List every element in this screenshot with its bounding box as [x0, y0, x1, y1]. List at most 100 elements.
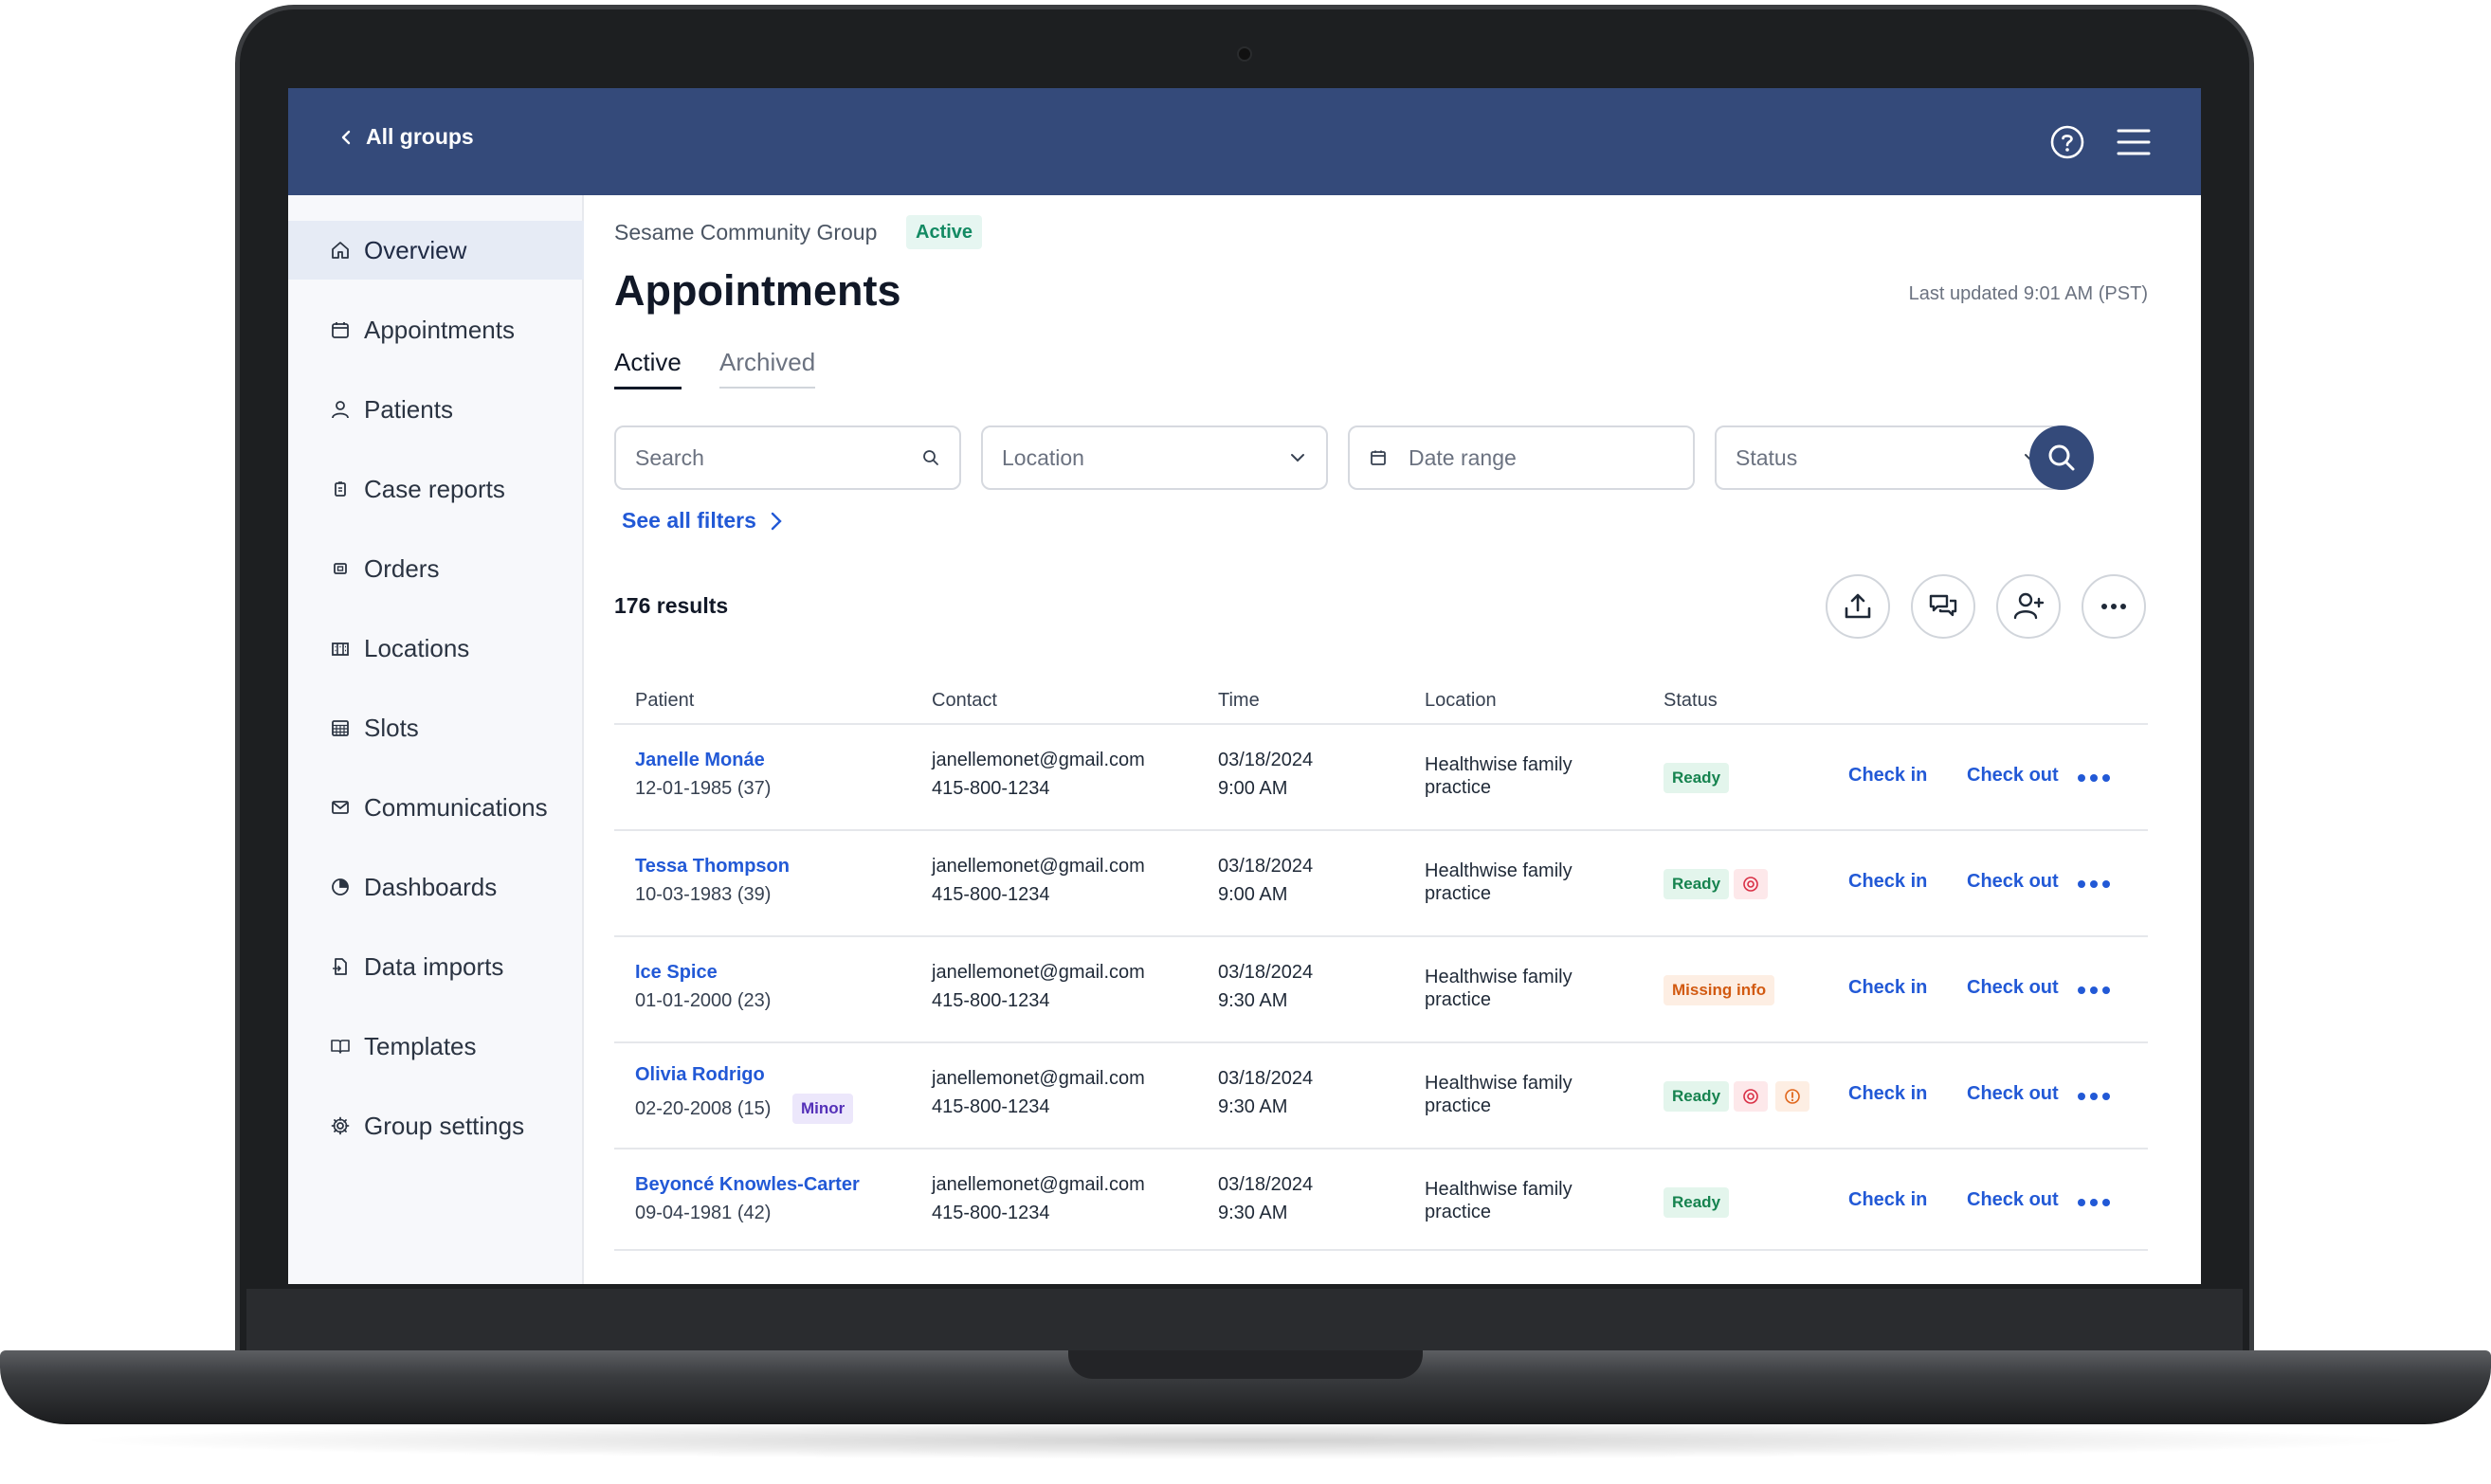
sidebar-item-overview[interactable]: Overview: [288, 221, 584, 280]
location-line-2: practice: [1425, 1202, 1492, 1222]
pie-chart-icon: [332, 878, 349, 896]
location-line-1: Healthwise family: [1425, 1073, 1573, 1094]
tab-active[interactable]: Active: [614, 348, 682, 389]
export-button[interactable]: [1826, 574, 1890, 639]
tab-archived[interactable]: Archived: [719, 348, 816, 389]
check-out-link[interactable]: Check out: [1967, 977, 2059, 999]
patient-dob: 09-04-1981 (42): [635, 1203, 772, 1223]
location-placeholder: Location: [1002, 444, 1084, 470]
contact-phone: 415-800-1234: [932, 1203, 1050, 1223]
all-groups-link[interactable]: All groups: [337, 124, 474, 150]
table-row[interactable]: Olivia Rodrigo 02-20-2008 (15) Minor jan…: [614, 1041, 2148, 1148]
sidebar-item-appointments[interactable]: Appointments: [288, 300, 584, 359]
message-button[interactable]: [1911, 574, 1975, 639]
location-select[interactable]: Location: [981, 425, 1328, 490]
check-in-link[interactable]: Check in: [1848, 1083, 1927, 1105]
check-out-link[interactable]: Check out: [1967, 871, 2059, 893]
table-row[interactable]: Tessa Thompson 10-03-1983 (39) janellemo…: [614, 829, 2148, 935]
calendar-icon: [332, 322, 349, 338]
calendar-icon: [1371, 450, 1386, 465]
last-updated-text: Last updated 9:01 AM (PST): [1908, 283, 2148, 304]
sidebar-item-locations[interactable]: Locations: [288, 619, 584, 678]
patient-name-link[interactable]: Olivia Rodrigo: [635, 1060, 765, 1089]
help-icon[interactable]: [2049, 124, 2085, 160]
minor-badge: Minor: [792, 1094, 854, 1124]
info-circle-icon: [1785, 1089, 1800, 1104]
patient-name-link[interactable]: Beyoncé Knowles-Carter: [635, 1170, 860, 1199]
table-row[interactable]: Ice Spice 01-01-2000 (23) janellemonet@g…: [614, 935, 2148, 1041]
patient-dob: 01-01-2000 (23): [635, 990, 772, 1011]
warning-flag[interactable]: [1775, 1081, 1809, 1112]
check-in-link[interactable]: Check in: [1848, 1189, 1927, 1211]
add-patient-button[interactable]: [1996, 574, 2061, 639]
laptop-shadow: [66, 1421, 2425, 1459]
table-row[interactable]: Janelle Monáe 12-01-1985 (37) janellemon…: [614, 723, 2148, 829]
patient-name-link[interactable]: Tessa Thompson: [635, 852, 790, 880]
hamburger-menu-icon[interactable]: [2116, 126, 2152, 158]
check-in-link[interactable]: Check in: [1848, 977, 1927, 999]
sidebar-item-orders[interactable]: Orders: [288, 539, 584, 598]
check-out-link[interactable]: Check out: [1967, 1083, 2059, 1105]
status-badge: Ready: [1664, 1187, 1730, 1218]
contact-email: janellemonet@gmail.com: [932, 1174, 1145, 1195]
patient-name-link[interactable]: Janelle Monáe: [635, 746, 765, 774]
more-icon: [2101, 604, 2126, 609]
page-title: Appointments: [614, 266, 901, 315]
row-more-icon[interactable]: [2078, 1091, 2112, 1102]
location-line-1: Healthwise family: [1425, 1179, 1573, 1200]
sidebar-item-label: Dashboards: [364, 872, 498, 901]
upload-icon: [1845, 593, 1871, 619]
row-more-icon[interactable]: [2078, 772, 2112, 784]
appointment-time: 9:30 AM: [1218, 990, 1288, 1011]
row-more-icon[interactable]: [2078, 985, 2112, 996]
date-range-picker[interactable]: Date range: [1348, 425, 1695, 490]
search-input[interactable]: Search: [614, 425, 961, 490]
sidebar-item-patients[interactable]: Patients: [288, 380, 584, 439]
see-all-filters-link[interactable]: See all filters: [622, 508, 783, 534]
sidebar-item-dashboards[interactable]: Dashboards: [288, 858, 584, 916]
check-out-link[interactable]: Check out: [1967, 1189, 2059, 1211]
group-name: Sesame Community Group: [614, 220, 878, 244]
status-badge: Ready: [1664, 869, 1730, 899]
sidebar-item-case-reports[interactable]: Case reports: [288, 460, 584, 518]
sidebar-item-templates[interactable]: Templates: [288, 1017, 584, 1076]
sidebar-item-label: Group settings: [364, 1111, 525, 1140]
check-in-link[interactable]: Check in: [1848, 871, 1927, 893]
check-out-link[interactable]: Check out: [1967, 765, 2059, 787]
sidebar-item-data-imports[interactable]: Data imports: [288, 937, 584, 996]
location-line-2: practice: [1425, 1095, 1492, 1116]
sidebar-item-label: Templates: [364, 1031, 477, 1060]
sidebar-item-label: Slots: [364, 713, 419, 742]
person-icon: [332, 401, 349, 419]
column-header-status: Status: [1664, 690, 1718, 711]
status-badge: Ready: [1664, 763, 1730, 793]
search-icon: [2048, 444, 2075, 471]
sidebar-item-slots[interactable]: Slots: [288, 698, 584, 757]
column-header-patient: Patient: [635, 690, 695, 711]
check-in-link[interactable]: Check in: [1848, 765, 1927, 787]
search-button[interactable]: [2029, 425, 2094, 490]
row-more-icon[interactable]: [2078, 1197, 2112, 1208]
sidebar-item-group-settings[interactable]: Group settings: [288, 1096, 584, 1155]
laptop-chin: [246, 1289, 2243, 1360]
patient-name-link[interactable]: Ice Spice: [635, 958, 718, 986]
contact-phone: 415-800-1234: [932, 990, 1050, 1011]
clipboard-icon: [335, 481, 346, 497]
alert-flag[interactable]: [1734, 1081, 1768, 1112]
row-more-icon[interactable]: [2078, 878, 2112, 890]
alert-flag[interactable]: [1734, 869, 1768, 899]
status-select[interactable]: Status: [1715, 425, 2062, 490]
more-actions-button[interactable]: [2082, 574, 2146, 639]
appointment-time: 9:30 AM: [1218, 1096, 1288, 1117]
at-sign-icon: [1743, 877, 1758, 892]
contact-email: janellemonet@gmail.com: [932, 856, 1145, 877]
sidebar-item-label: Orders: [364, 553, 440, 583]
table-row[interactable]: Beyoncé Knowles-Carter 09-04-1981 (42) j…: [614, 1148, 2148, 1254]
sidebar-item-label: Patients: [364, 394, 453, 424]
sidebar-item-communications[interactable]: Communications: [288, 778, 584, 837]
appointment-date: 03/18/2024: [1218, 1174, 1314, 1195]
mail-icon: [332, 801, 349, 814]
chevron-right-icon: [771, 512, 782, 530]
results-count: 176 results: [614, 593, 729, 618]
group-status-badge: Active: [906, 215, 983, 249]
